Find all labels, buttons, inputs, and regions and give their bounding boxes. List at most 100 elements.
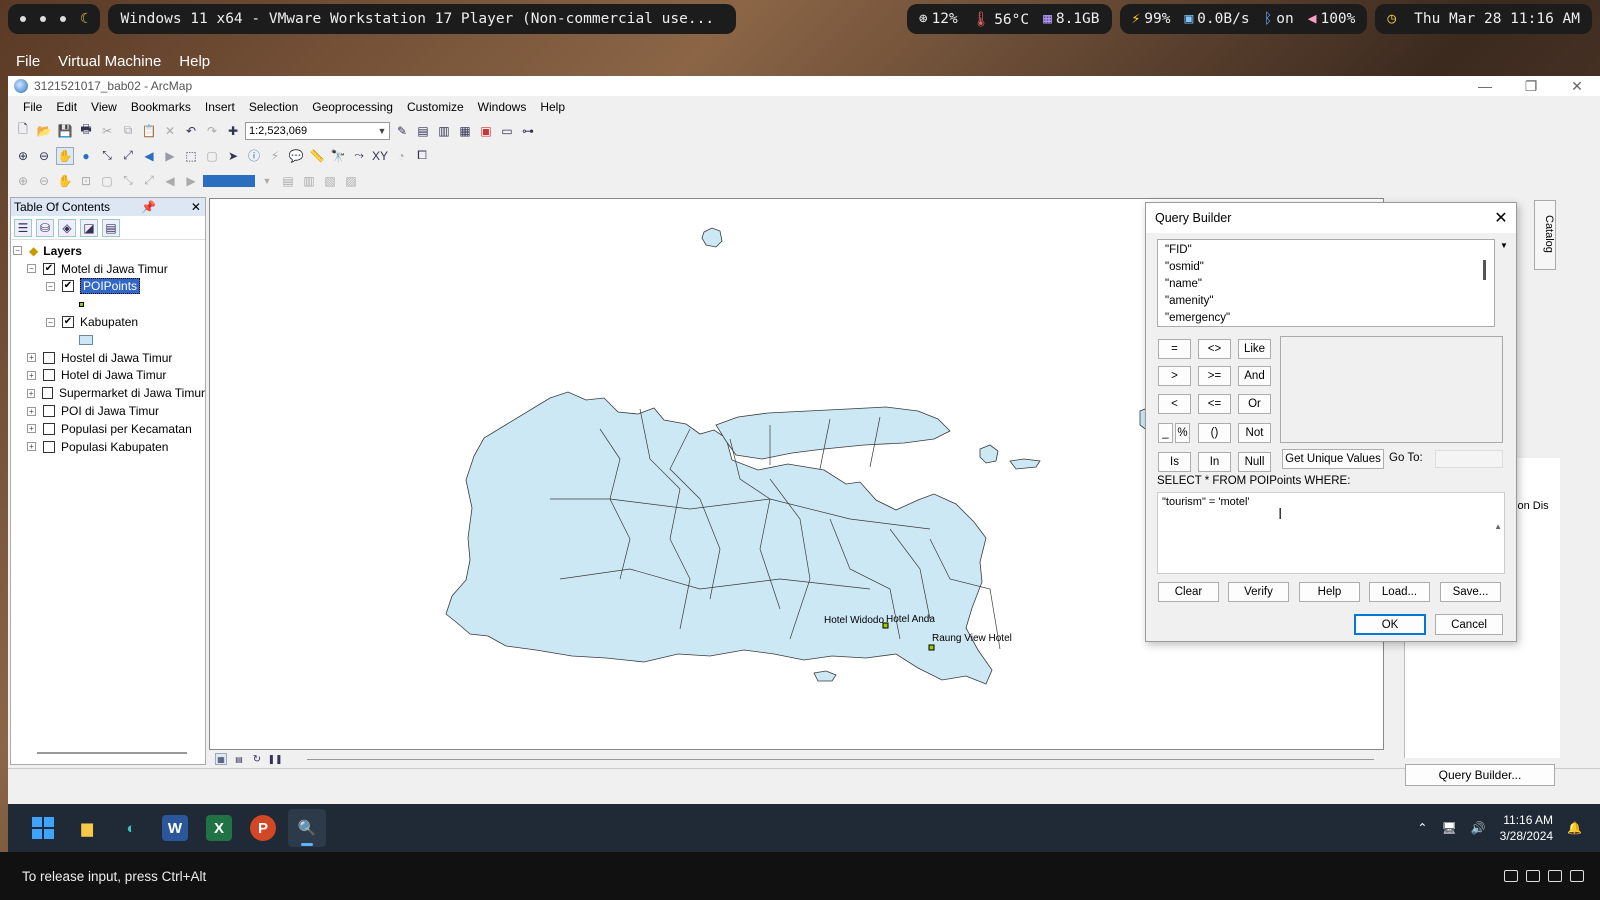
unique-values-list[interactable] [1280, 336, 1503, 443]
menu-edit[interactable]: Edit [49, 100, 84, 114]
layer-row[interactable]: + POI di Jawa Timur [11, 402, 205, 420]
list-by-drawing-order-icon[interactable]: ☰ [14, 218, 32, 237]
op-and-button[interactable]: And [1238, 366, 1271, 386]
op-or-button[interactable]: Or [1238, 394, 1271, 414]
undo-icon[interactable]: ↶ [182, 122, 200, 140]
op-like-button[interactable]: Like [1238, 339, 1271, 359]
find-binoculars-icon[interactable]: 🔭 [329, 147, 347, 165]
map-scale-combo[interactable]: 1:2,523,069 ▼ [245, 121, 390, 140]
back-arrow-icon[interactable]: ◀ [140, 147, 158, 165]
layer-visibility-checkbox[interactable] [43, 440, 55, 453]
workspace-dot[interactable] [40, 16, 46, 22]
notification-bell-icon[interactable]: 🔔 [1567, 821, 1582, 835]
menu-geoprocessing[interactable]: Geoprocessing [305, 100, 400, 114]
menu-bookmarks[interactable]: Bookmarks [124, 100, 198, 114]
layers-root-row[interactable]: − ◆ Layers [11, 242, 205, 260]
expand-icon[interactable]: + [27, 353, 36, 363]
close-icon[interactable]: ✕ [191, 200, 205, 214]
pause-drawing-icon[interactable]: ❚❚ [267, 753, 282, 765]
vm-menu-help[interactable]: Help [179, 53, 210, 70]
select-elements-arrow-icon[interactable]: ➤ [224, 147, 242, 165]
time-slider-icon[interactable]: ◔ [392, 147, 410, 165]
vm-menu-file[interactable]: File [16, 53, 40, 70]
host-clock[interactable]: ◷ Thu Mar 28 11:16 AM [1375, 4, 1592, 34]
clear-button[interactable]: Clear [1158, 582, 1219, 602]
identify-icon[interactable]: ⓘ [245, 147, 263, 165]
op-in-button[interactable]: In [1198, 452, 1231, 472]
chevron-down-icon[interactable]: ▼ [1500, 241, 1508, 250]
op-null-button[interactable]: Null [1238, 452, 1271, 472]
layer-row[interactable]: + Supermarket di Jawa Timur [11, 384, 205, 402]
op-not-button[interactable]: Not [1238, 423, 1271, 443]
collapse-icon[interactable]: − [27, 264, 36, 274]
vm-menu-virtual-machine[interactable]: Virtual Machine [58, 53, 161, 70]
goto-input[interactable] [1435, 450, 1503, 468]
expand-icon[interactable]: + [27, 442, 36, 452]
point-symbol[interactable] [79, 301, 84, 307]
cut-icon[interactable]: ✂ [98, 122, 116, 140]
menu-customize[interactable]: Customize [400, 100, 471, 114]
open-icon[interactable]: 📂 [35, 122, 53, 140]
layout-pan-icon[interactable]: ✋ [56, 172, 74, 190]
data-driven-pages-icon[interactable]: ▨ [342, 172, 360, 190]
madura-polygon[interactable] [715, 406, 951, 460]
island-east-1[interactable] [979, 444, 999, 464]
layer-row[interactable]: + Populasi Kabupaten [11, 438, 205, 456]
layout-fixed-zoom-in-icon[interactable]: ⤡ [119, 172, 137, 190]
query-builder-open-button[interactable]: Query Builder... [1405, 764, 1555, 786]
editor-toolbar-icon[interactable]: ✎ [393, 122, 411, 140]
layout-forward-icon[interactable]: ▶ [182, 172, 200, 190]
pin-icon[interactable]: 📌 [141, 200, 160, 214]
go-to-xy-icon[interactable]: XY [371, 147, 389, 165]
pan-hand-icon[interactable]: ✋ [56, 146, 74, 165]
island-bawean[interactable] [701, 227, 723, 248]
usb-device-icon[interactable] [1548, 870, 1562, 882]
arctoolbox-icon[interactable]: ▣ [477, 122, 495, 140]
expand-icon[interactable]: + [27, 388, 36, 398]
save-button[interactable]: Save... [1440, 582, 1501, 602]
delete-icon[interactable]: ✕ [161, 122, 179, 140]
edge-browser-icon[interactable]: ◐ [112, 809, 150, 847]
find-route-icon[interactable]: ⤳ [350, 147, 368, 165]
polygon-symbol[interactable] [79, 334, 93, 345]
load-button[interactable]: Load... [1369, 582, 1430, 602]
cancel-button[interactable]: Cancel [1435, 614, 1503, 635]
layout-view-icon[interactable]: ▤ [233, 753, 245, 765]
layer-row[interactable]: + Hotel di Jawa Timur [11, 367, 205, 385]
moon-icon[interactable]: ☾ [80, 11, 88, 27]
op-greater-equal-button[interactable]: >= [1198, 366, 1231, 386]
add-data-icon[interactable]: ✚ [224, 122, 242, 140]
catalog-window-icon[interactable]: ▥ [435, 122, 453, 140]
expand-icon[interactable]: + [27, 370, 36, 380]
menu-insert[interactable]: Insert [198, 100, 242, 114]
data-view-icon[interactable]: ▦ [215, 753, 227, 765]
field-item[interactable]: "FID" [1165, 242, 1487, 259]
layout-back-icon[interactable]: ◀ [161, 172, 179, 190]
create-viewer-window-icon[interactable]: ⧠ [413, 147, 431, 165]
op-equals-button[interactable]: = [1158, 339, 1191, 359]
print-icon[interactable]: 🖶 [77, 122, 95, 140]
menu-windows[interactable]: Windows [471, 100, 534, 114]
sql-expression-input[interactable]: "tourism" = 'motel' ▲▼ [1157, 492, 1505, 591]
paste-icon[interactable]: 📋 [140, 122, 158, 140]
change-layout-icon[interactable]: ▧ [321, 172, 339, 190]
island-east-2[interactable] [1009, 458, 1041, 470]
layer-visibility-checkbox[interactable]: ✔ [62, 280, 74, 293]
fixed-zoom-in-icon[interactable]: ⤡ [98, 147, 116, 165]
zoom-out-icon[interactable]: ⊖ [35, 147, 53, 165]
layer-visibility-checkbox[interactable] [43, 369, 55, 382]
layer-visibility-checkbox[interactable] [42, 387, 53, 400]
toc-scrollbar[interactable] [37, 752, 187, 754]
restore-icon[interactable]: ❐ [1508, 78, 1554, 95]
start-button[interactable] [24, 809, 62, 847]
layer-visibility-checkbox[interactable]: ✔ [43, 262, 55, 275]
layer-row[interactable]: + Populasi per Kecamatan [11, 420, 205, 438]
toggle-draft-mode-icon[interactable]: ▤ [279, 172, 297, 190]
layout-fixed-zoom-out-icon[interactable]: ⤢ [140, 172, 158, 190]
volume-icon[interactable]: 🔊 [1471, 821, 1486, 835]
select-features-icon[interactable]: ⬚ [182, 147, 200, 165]
workspace-switcher[interactable]: ☾ [8, 4, 101, 34]
field-item[interactable]: "amenity" [1165, 293, 1487, 310]
fixed-zoom-out-icon[interactable]: ⤢ [119, 147, 137, 165]
field-item[interactable]: "name" [1165, 276, 1487, 293]
